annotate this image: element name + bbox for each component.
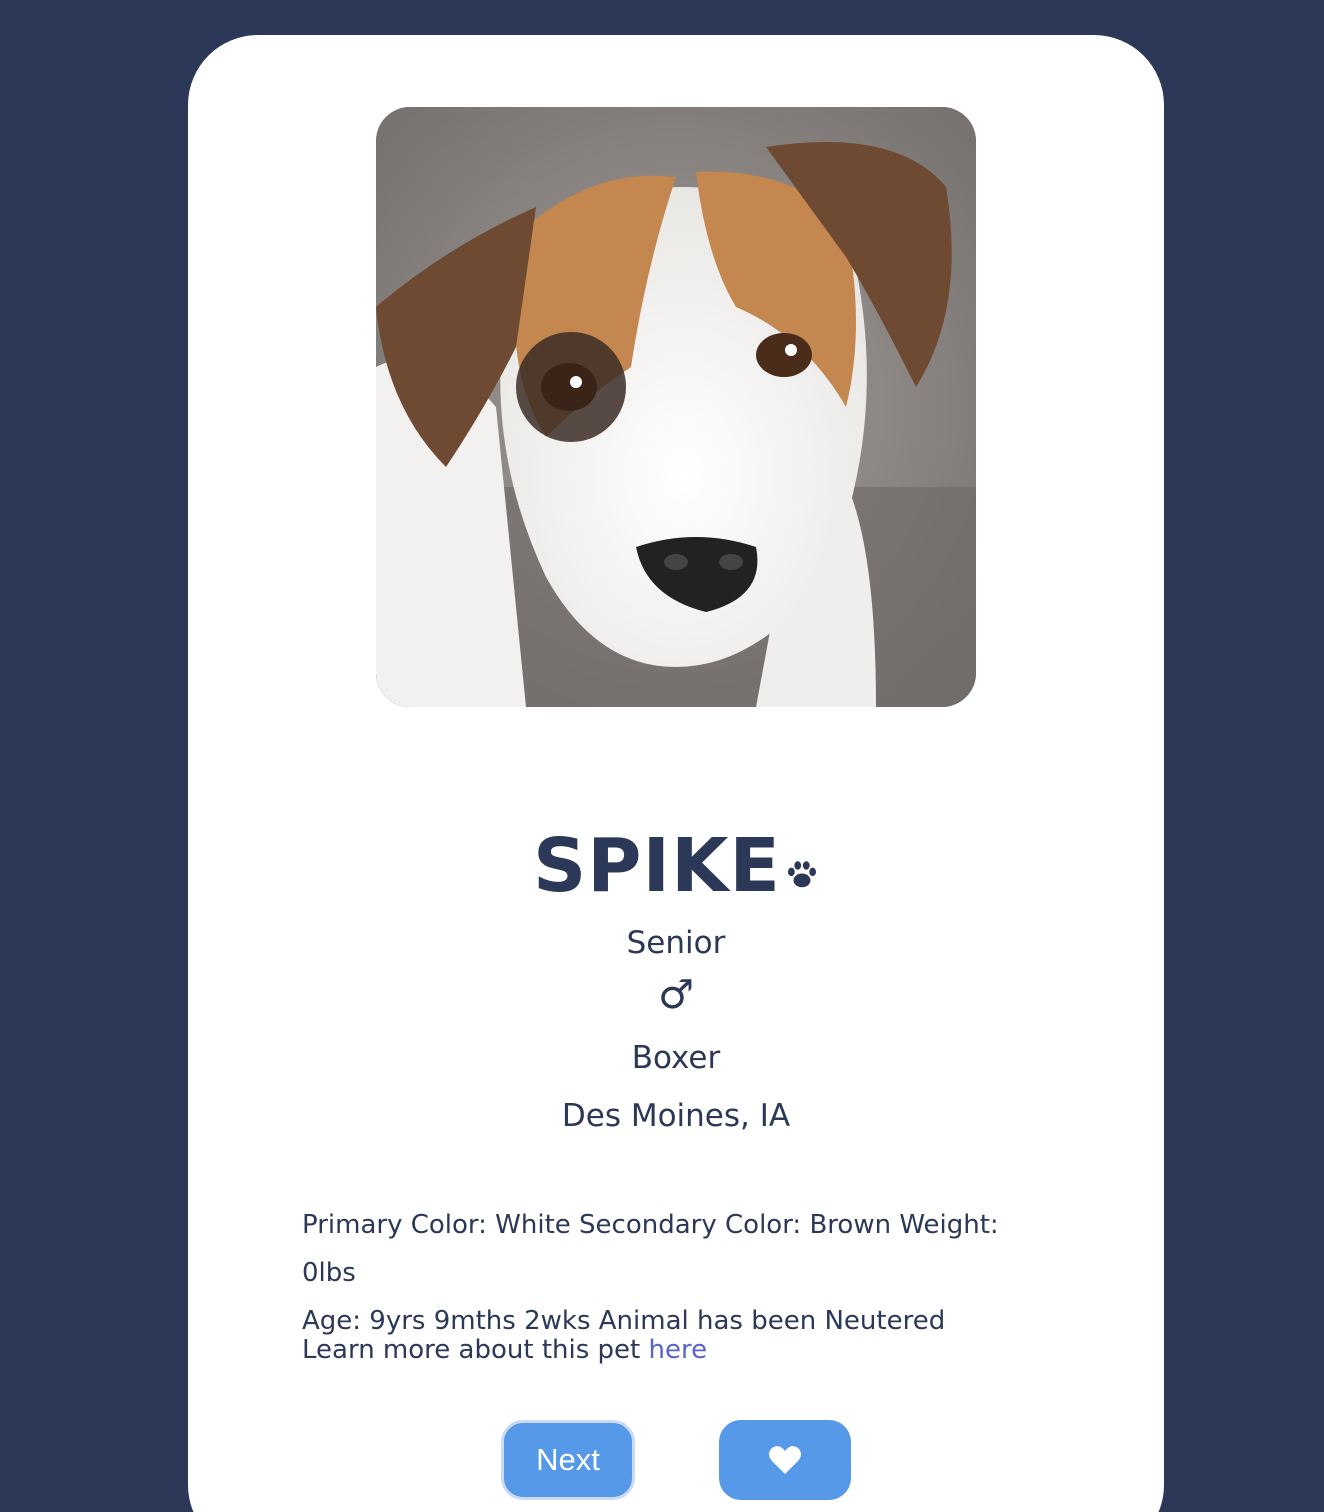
learn-more-text: Learn more about this pet here	[302, 1335, 707, 1365]
learn-more-link[interactable]: here	[649, 1335, 708, 1365]
pet-name: SPIKE	[533, 823, 781, 909]
pet-photo	[376, 107, 976, 707]
pet-age-group: Senior	[626, 925, 726, 961]
dog-photo-illustration	[376, 107, 976, 707]
pet-name-row: SPIKE	[188, 823, 1164, 909]
learn-more-label: Learn more about this pet	[302, 1335, 649, 1365]
favorite-button[interactable]	[719, 1420, 851, 1500]
pet-location: Des Moines, IA	[561, 1098, 791, 1134]
pet-details: Primary Color: White Secondary Color: Br…	[302, 1201, 1042, 1345]
male-gender-icon: ♂	[658, 972, 694, 1018]
pet-details-line: Primary Color: White Secondary Color: Br…	[302, 1210, 999, 1288]
next-button[interactable]: Next	[501, 1420, 635, 1500]
paw-icon	[787, 861, 817, 888]
heart-icon	[769, 1446, 801, 1474]
pet-card: SPIKE Senior ♂ Boxer Des Moines, IA Prim…	[188, 35, 1164, 1512]
pet-breed: Boxer	[631, 1040, 721, 1076]
